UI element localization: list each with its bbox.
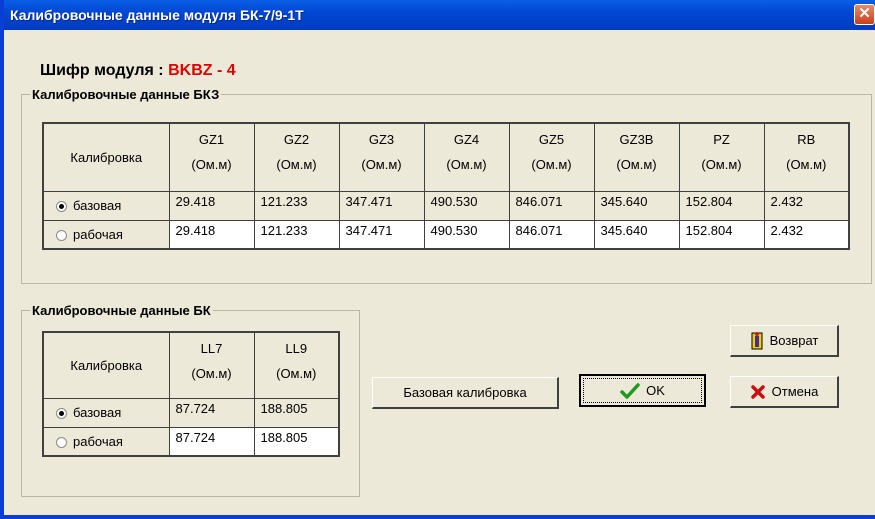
radio-selected[interactable]: [56, 201, 67, 212]
calibration-dialog: Калибровочные данные модуля БК-7/9-1Т ✕ …: [0, 0, 875, 519]
table-cell[interactable]: 490.530: [423, 190, 510, 221]
table-row: базовая 87.724 188.805: [42, 397, 340, 428]
table-cell[interactable]: 87.724: [168, 397, 255, 428]
column-unit: (Ом.м): [616, 157, 657, 172]
table-cell[interactable]: 121.233: [253, 219, 340, 250]
column-unit: (Ом.м): [361, 157, 402, 172]
bkz-calibration-table: Калибровка GZ1 (Ом.м) GZ2 (Ом.м) GZ3 (Ом.м) GZ4…: [42, 122, 850, 250]
table-cell[interactable]: 188.805: [253, 426, 340, 457]
column-name: GZ3: [368, 132, 395, 147]
column-header-calibration: Калибровка: [42, 122, 170, 192]
column-name: GZ2: [283, 132, 310, 147]
radio-unselected[interactable]: [56, 229, 67, 241]
table-cell[interactable]: 846.071: [508, 190, 595, 221]
checkmark-icon: [620, 382, 640, 399]
radio-label: рабочая: [73, 226, 123, 242]
column-header: LL9 (Ом.м): [253, 331, 340, 399]
module-code-value: BKBZ - 4: [168, 62, 236, 79]
module-code-line: Шифр модуля : BKBZ - 4: [40, 62, 236, 80]
column-header: GZ5 (Ом.м): [508, 122, 595, 192]
ok-label: OK: [646, 383, 665, 398]
bk-group-legend: Калибровочные данные БК: [32, 303, 211, 318]
radio-label: базовая: [73, 405, 122, 420]
column-unit: (Ом.м): [786, 157, 827, 172]
bkz-group-legend: Калибровочные данные БКЗ: [32, 87, 220, 102]
close-icon: ✕: [858, 5, 871, 22]
column-unit: (Ом.м): [531, 157, 572, 172]
table-cell[interactable]: 29.418: [168, 219, 255, 250]
table-cell[interactable]: 87.724: [168, 426, 255, 457]
table-cell[interactable]: 152.804: [678, 190, 765, 221]
table-cell[interactable]: 345.640: [593, 190, 680, 221]
radio-option[interactable]: рабочая: [42, 219, 170, 250]
column-name: GZ3B: [619, 132, 654, 147]
column-unit: (Ом.м): [446, 157, 487, 172]
table-cell[interactable]: 490.530: [423, 219, 510, 250]
radio-label: базовая: [73, 198, 122, 213]
table-row: базовая 29.418 121.233 347.471 490.530 846.07…: [42, 190, 850, 221]
table-cell[interactable]: 846.071: [508, 219, 595, 250]
table-row: рабочая 29.418 121.233 347.471 490.530 846.07…: [42, 219, 850, 250]
column-unit: (Ом.м): [701, 157, 742, 172]
column-header: LL7 (Ом.м): [168, 331, 255, 399]
back-button[interactable]: Возврат: [730, 325, 839, 357]
radio-option[interactable]: базовая: [42, 190, 170, 221]
radio-selected[interactable]: [56, 408, 67, 419]
column-header-calibration: Калибровка: [42, 331, 170, 399]
table-cell[interactable]: 152.804: [678, 219, 765, 250]
column-name: LL7: [200, 341, 223, 356]
column-name: LL9: [285, 341, 308, 356]
back-label: Возврат: [769, 333, 819, 348]
column-header: RB (Ом.м): [763, 122, 850, 192]
close-button[interactable]: ✕: [854, 4, 875, 25]
column-name: PZ: [713, 132, 730, 147]
column-name: RB: [797, 132, 816, 147]
column-unit: (Ом.м): [276, 366, 317, 381]
table-row: рабочая 87.724 188.805: [42, 426, 340, 457]
table-cell[interactable]: 347.471: [338, 219, 425, 250]
column-name: GZ4: [453, 132, 480, 147]
table-cell[interactable]: 2.432: [763, 190, 850, 221]
column-header: GZ4 (Ом.м): [423, 122, 510, 192]
column-unit: (Ом.м): [276, 157, 317, 172]
cancel-label: Отмена: [771, 384, 819, 399]
ok-button[interactable]: OK: [579, 374, 706, 407]
bk-calibration-table: Калибровка LL7 (Ом.м) LL9 (Ом.м) базовая 87.72…: [42, 331, 340, 457]
column-header: GZ2 (Ом.м): [253, 122, 340, 192]
x-icon: [750, 384, 765, 399]
column-unit: (Ом.м): [191, 157, 232, 172]
base-calibration-button[interactable]: Базовая калибровка: [372, 377, 559, 409]
column-name: GZ1: [198, 132, 225, 147]
column-header: GZ3B (Ом.м): [593, 122, 680, 192]
module-code-label: Шифр модуля :: [40, 62, 169, 79]
table-cell[interactable]: 345.640: [593, 219, 680, 250]
base-calibration-label: Базовая калибровка: [403, 385, 527, 400]
cancel-button[interactable]: Отмена: [730, 376, 839, 408]
column-unit: (Ом.м): [191, 366, 232, 381]
table-cell[interactable]: 29.418: [168, 190, 255, 221]
radio-option[interactable]: базовая: [42, 397, 170, 428]
column-name: GZ5: [538, 132, 565, 147]
column-header: GZ3 (Ом.м): [338, 122, 425, 192]
radio-option[interactable]: рабочая: [42, 426, 170, 457]
title-bar[interactable]: Калибровочные данные модуля БК-7/9-1Т ✕: [4, 0, 875, 30]
table-cell[interactable]: 188.805: [253, 397, 340, 428]
column-header: GZ1 (Ом.м): [168, 122, 255, 192]
window-title: Калибровочные данные модуля БК-7/9-1Т: [10, 7, 304, 23]
radio-unselected[interactable]: [56, 436, 67, 448]
table-cell[interactable]: 347.471: [338, 190, 425, 221]
radio-label: рабочая: [73, 433, 123, 449]
table-cell[interactable]: 121.233: [253, 190, 340, 221]
door-exit-icon: [751, 331, 763, 349]
column-header: PZ (Ом.м): [678, 122, 765, 192]
table-cell[interactable]: 2.432: [763, 219, 850, 250]
